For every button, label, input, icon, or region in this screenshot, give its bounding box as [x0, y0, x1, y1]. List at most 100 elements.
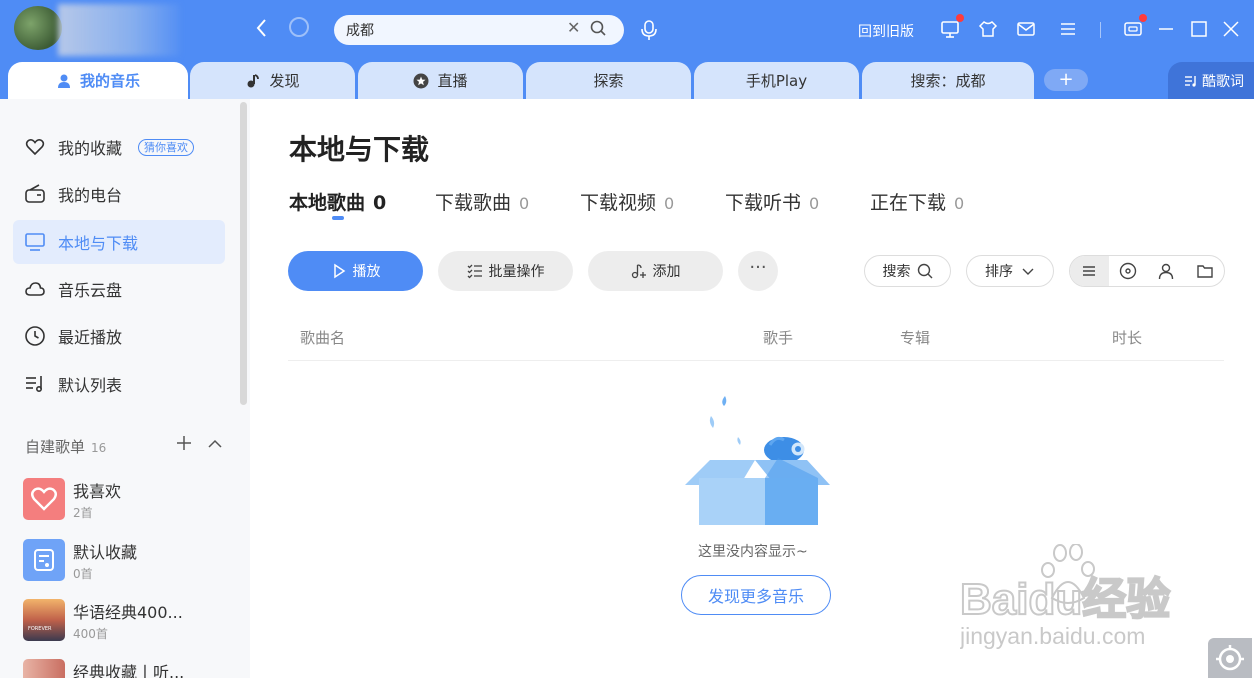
lyrics-icon: [1185, 75, 1196, 87]
search-input[interactable]: [334, 15, 624, 45]
tab-my-music[interactable]: 我的音乐: [8, 62, 188, 99]
refresh-icon[interactable]: [289, 17, 309, 37]
disc-icon: [1119, 262, 1136, 280]
cloud-icon: [25, 282, 45, 296]
maximize-icon[interactable]: [1188, 18, 1210, 40]
playlist-item[interactable]: 默认收藏 0首: [23, 539, 243, 587]
column-header-album[interactable]: 专辑: [900, 327, 930, 348]
target-icon: [1216, 645, 1244, 671]
header-divider: [288, 360, 1224, 361]
discover-more-music-button[interactable]: 发现更多音乐: [681, 575, 831, 615]
playlist-name: 华语经典400...: [73, 603, 183, 622]
tab-phone-play[interactable]: 手机Play: [694, 62, 859, 99]
sidebar-scrollbar[interactable]: [240, 102, 247, 405]
clear-icon[interactable]: ✕: [567, 19, 580, 37]
more-options-button[interactable]: ···: [738, 251, 778, 291]
playlists-header: 自建歌单 16: [25, 436, 106, 457]
play-label: 播放: [352, 264, 381, 280]
menu-icon[interactable]: [1057, 18, 1079, 40]
playlist-name: 我喜欢: [73, 482, 122, 501]
sidebar-item-label: 最近播放: [58, 328, 123, 347]
playlists-header-label: 自建歌单: [25, 438, 86, 456]
list-view-button[interactable]: [1070, 256, 1109, 286]
guess-you-like-badge[interactable]: 猜你喜欢: [138, 138, 195, 156]
music-add-icon: [631, 264, 646, 279]
mail-icon[interactable]: [1015, 18, 1037, 40]
cover-text: FOREVER: [28, 626, 52, 632]
subtab-label: 下载听书: [725, 192, 802, 214]
sidebar-item-default-list[interactable]: 默认列表: [13, 362, 225, 406]
locate-playing-button[interactable]: [1208, 638, 1252, 678]
back-icon[interactable]: [252, 16, 272, 40]
sidebar-item-recent[interactable]: 最近播放: [13, 314, 225, 358]
add-button[interactable]: 添加: [588, 251, 723, 291]
tab-label: 直播: [437, 72, 468, 90]
playlist-cover: [23, 478, 65, 520]
tab-label: 发现: [269, 72, 300, 90]
tab-search-result[interactable]: 搜索：成都: [862, 62, 1034, 99]
lyrics-button[interactable]: 酷歌词: [1168, 62, 1254, 99]
tab-explore[interactable]: 探索: [526, 62, 691, 99]
subtab-downloaded-videos[interactable]: 下载视频 0: [580, 188, 674, 215]
toolbar-divider: [1100, 22, 1101, 38]
radio-icon: [25, 184, 45, 203]
star-circle-icon: [413, 73, 429, 88]
chevron-down-icon: [1022, 268, 1034, 275]
add-tab-button[interactable]: +: [1044, 69, 1088, 91]
tab-label: 我的音乐: [79, 72, 140, 90]
add-playlist-icon[interactable]: [175, 434, 193, 452]
view-mode-switcher: [1069, 255, 1225, 287]
skin-icon[interactable]: [977, 18, 999, 40]
subtab-count: 0: [809, 194, 820, 213]
subtab-count: 0: [373, 192, 387, 214]
baidu-jingyan-watermark: Baidu经验 jingyan.baidu.com: [960, 544, 1171, 649]
playlist-item[interactable]: 经典收藏丨听...: [23, 659, 243, 678]
subtab-downloaded-audiobooks[interactable]: 下载听书 0: [725, 188, 819, 215]
album-view-button[interactable]: [1109, 256, 1148, 286]
play-button[interactable]: 播放: [288, 251, 423, 291]
playlist-cover: [23, 539, 65, 581]
search-icon[interactable]: [590, 20, 606, 36]
music-note-icon: [247, 73, 260, 87]
subtab-count: 0: [664, 194, 675, 213]
column-header-duration[interactable]: 时长: [1112, 327, 1142, 348]
subtab-downloading[interactable]: 正在下载 0: [870, 188, 964, 215]
collapse-chevron-up-icon[interactable]: [207, 436, 223, 452]
subtab-downloaded-songs[interactable]: 下载歌曲 0: [435, 188, 529, 215]
playlist-cover: FOREVER: [23, 599, 65, 641]
folder-view-button[interactable]: [1186, 256, 1225, 286]
local-search-button[interactable]: 搜索: [864, 255, 951, 287]
playlist-cover: [23, 659, 65, 678]
monitor-icon: [25, 233, 45, 251]
notification-dot: [956, 14, 964, 22]
sort-dropdown[interactable]: 排序: [966, 255, 1054, 287]
sidebar-item-favorites[interactable]: 我的收藏 猜你喜欢: [13, 125, 225, 169]
sidebar-item-radio[interactable]: 我的电台: [13, 172, 225, 216]
artist-view-button[interactable]: [1147, 256, 1186, 286]
playlist-item[interactable]: FOREVER 华语经典400... 400首: [23, 599, 243, 647]
sidebar-item-cloud-drive[interactable]: 音乐云盘: [13, 267, 225, 311]
subtab-local-songs[interactable]: 本地歌曲 0: [289, 188, 386, 215]
tab-label: 手机Play: [745, 72, 808, 90]
note-list-icon: [34, 549, 54, 571]
column-header-artist[interactable]: 歌手: [763, 327, 793, 348]
folder-icon: [1197, 265, 1213, 278]
batch-operation-button[interactable]: 批量操作: [438, 251, 573, 291]
tab-discover[interactable]: 发现: [190, 62, 355, 99]
sidebar-item-label: 音乐云盘: [58, 281, 123, 300]
playlist-name: 经典收藏丨听...: [73, 663, 185, 678]
column-header-song-name[interactable]: 歌曲名: [300, 327, 345, 348]
user-avatar[interactable]: [14, 6, 62, 50]
clock-icon: [25, 326, 45, 346]
tab-live[interactable]: 直播: [358, 62, 523, 99]
sidebar-item-label: 默认列表: [58, 376, 123, 395]
subtab-count: 0: [519, 194, 530, 213]
minimize-icon[interactable]: [1155, 18, 1177, 40]
subtab-label: 下载视频: [580, 192, 657, 214]
voice-search-icon[interactable]: [638, 18, 660, 42]
sidebar-item-local-download[interactable]: 本地与下载: [13, 220, 225, 264]
close-icon[interactable]: [1220, 18, 1242, 40]
sidebar-item-label: 本地与下载: [58, 234, 139, 253]
old-version-link[interactable]: 回到旧版: [858, 21, 914, 41]
playlist-item[interactable]: 我喜欢 2首: [23, 478, 243, 526]
